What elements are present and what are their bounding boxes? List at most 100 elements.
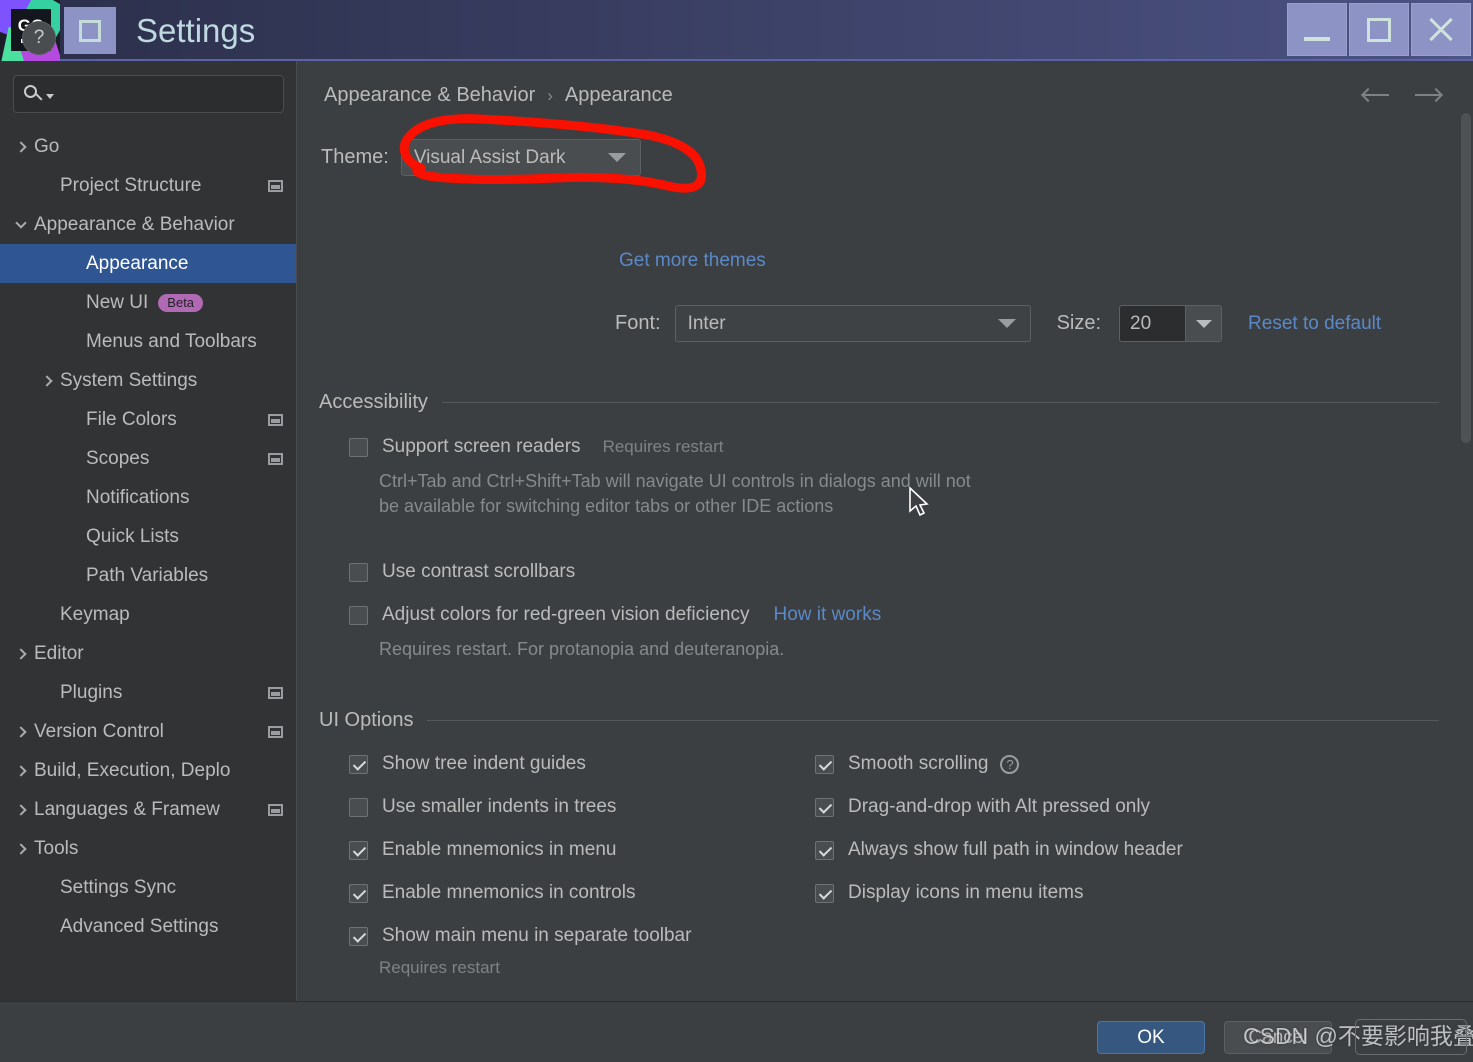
font-select[interactable]: Inter xyxy=(674,305,1031,342)
use-contrast-scrollbars-checkbox[interactable] xyxy=(349,562,368,582)
how-it-works-link[interactable]: How it works xyxy=(774,604,882,626)
search-icon xyxy=(24,85,43,103)
sidebar-item-system-settings[interactable]: System Settings xyxy=(0,361,297,400)
settings-sidebar: Go Project Structure Appearance & Behavior… xyxy=(0,61,297,1001)
back-arrow-icon[interactable] xyxy=(1360,83,1391,107)
drag-and-drop-with-alt-pressed-only-checkbox[interactable] xyxy=(815,797,834,817)
group-divider xyxy=(441,402,1439,403)
show-tree-indent-guides-label: Show tree indent guides xyxy=(382,753,586,774)
show-tree-indent-guides-checkbox[interactable] xyxy=(349,754,368,774)
content-scrollbar-thumb[interactable] xyxy=(1461,113,1471,443)
settings-window-icon xyxy=(64,7,116,54)
sidebar-item-label: Path Variables xyxy=(86,564,209,586)
smooth-scrolling-checkbox[interactable] xyxy=(815,754,834,774)
adjust-colors-row[interactable]: Adjust colors for red-green vision defic… xyxy=(349,604,881,626)
sidebar-item-appearance-behavior[interactable]: Appearance & Behavior xyxy=(0,205,297,244)
search-options-caret-icon[interactable] xyxy=(46,93,54,99)
smooth-scrolling-label: Smooth scrolling xyxy=(848,753,989,774)
chevron-down-icon xyxy=(997,319,1016,328)
chevron-right-icon[interactable] xyxy=(8,803,34,816)
sidebar-item-build-execution-deplo[interactable]: Build, Execution, Deplo xyxy=(0,751,297,790)
reset-to-default-link[interactable]: Reset to default xyxy=(1248,313,1381,335)
breadcrumb-current: Appearance xyxy=(564,84,673,106)
display-icons-in-menu-items-checkbox[interactable] xyxy=(815,883,834,903)
support-screen-readers-row[interactable]: Support screen readers Requires restart xyxy=(349,436,724,458)
cancel-button[interactable]: Cancel xyxy=(1224,1021,1332,1054)
sidebar-item-notifications[interactable]: Notifications xyxy=(0,478,297,517)
enable-mnemonics-in-controls-checkbox[interactable] xyxy=(349,883,368,903)
minimize-button[interactable] xyxy=(1287,3,1347,56)
sidebar-item-advanced-settings[interactable]: Advanced Settings xyxy=(0,907,297,946)
chevron-down-icon[interactable] xyxy=(8,216,34,229)
chevron-right-icon[interactable] xyxy=(8,764,34,777)
search-area xyxy=(0,61,297,113)
sidebar-item-label: Project Structure xyxy=(60,174,202,196)
font-label: Font: xyxy=(615,312,661,334)
sidebar-item-tools[interactable]: Tools xyxy=(0,829,297,868)
use-smaller-indents-in-trees-checkbox[interactable] xyxy=(349,797,368,817)
always-show-full-path-in-window-header-checkbox[interactable] xyxy=(815,840,834,860)
search-input[interactable] xyxy=(62,85,273,103)
show-main-menu-in-separate-toolbar-checkbox[interactable] xyxy=(349,926,368,946)
show-tree-indent-guides-row[interactable]: Show tree indent guides xyxy=(349,753,586,775)
enable-mnemonics-in-controls-row[interactable]: Enable mnemonics in controls xyxy=(349,882,635,904)
settings-dialog: GO Settings GoProject Struc xyxy=(0,0,1473,1062)
sidebar-item-quick-lists[interactable]: Quick Lists xyxy=(0,517,297,556)
group-divider xyxy=(427,720,1439,721)
sidebar-item-label: Tools xyxy=(34,837,79,859)
enable-mnemonics-in-menu-checkbox[interactable] xyxy=(349,840,368,860)
use-contrast-scrollbars-row[interactable]: Use contrast scrollbars xyxy=(349,561,575,583)
get-more-themes-link[interactable]: Get more themes xyxy=(619,250,766,272)
chevron-right-icon[interactable] xyxy=(8,842,34,855)
sidebar-item-path-variables[interactable]: Path Variables xyxy=(0,556,297,595)
drag-and-drop-with-alt-pressed-only-row[interactable]: Drag-and-drop with Alt pressed only xyxy=(815,796,1150,818)
ok-button[interactable]: OK xyxy=(1097,1021,1205,1054)
sidebar-item-plugins[interactable]: Plugins xyxy=(0,673,297,712)
sidebar-item-version-control[interactable]: Version Control xyxy=(0,712,297,751)
sidebar-item-label: New UI xyxy=(86,291,149,313)
smooth-scrolling-row[interactable]: Smooth scrolling? xyxy=(815,753,1020,775)
settings-tree: Go Project Structure Appearance & Behavior… xyxy=(0,127,297,946)
sidebar-item-go[interactable]: Go xyxy=(0,127,297,166)
show-main-menu-in-separate-toolbar-row[interactable]: Show main menu in separate toolbar xyxy=(349,925,691,947)
font-size-select[interactable]: 20 xyxy=(1119,305,1223,342)
chevron-right-icon[interactable] xyxy=(8,140,34,153)
sidebar-item-settings-sync[interactable]: Settings Sync xyxy=(0,868,297,907)
adjust-colors-checkbox[interactable] xyxy=(349,605,368,625)
enable-mnemonics-in-controls-label: Enable mnemonics in controls xyxy=(382,882,636,903)
sidebar-item-appearance[interactable]: Appearance xyxy=(0,244,297,283)
support-screen-readers-checkbox[interactable] xyxy=(349,437,368,457)
maximize-button[interactable] xyxy=(1349,3,1409,56)
chevron-right-icon[interactable] xyxy=(8,647,34,660)
always-show-full-path-in-window-header-row[interactable]: Always show full path in window header xyxy=(815,839,1183,861)
accessibility-group-header: Accessibility xyxy=(319,391,1439,414)
sidebar-item-label: Plugins xyxy=(60,681,123,703)
sidebar-item-editor[interactable]: Editor xyxy=(0,634,297,673)
chevron-right-icon[interactable] xyxy=(34,374,60,387)
breadcrumb-separator-icon: › xyxy=(547,85,553,105)
chevron-right-icon[interactable] xyxy=(8,725,34,738)
breadcrumb-parent[interactable]: Appearance & Behavior xyxy=(324,84,535,107)
sidebar-item-project-structure[interactable]: Project Structure xyxy=(0,166,297,205)
display-icons-in-menu-items-row[interactable]: Display icons in menu items xyxy=(815,882,1083,904)
sidebar-item-file-colors[interactable]: File Colors xyxy=(0,400,297,439)
help-question-icon[interactable]: ? xyxy=(1000,754,1020,774)
font-size-value: 20 xyxy=(1130,312,1152,334)
search-box[interactable] xyxy=(13,75,284,113)
forward-arrow-icon[interactable] xyxy=(1413,83,1444,107)
enable-mnemonics-in-menu-row[interactable]: Enable mnemonics in menu xyxy=(349,839,616,861)
sidebar-item-menus-and-toolbars[interactable]: Menus and Toolbars xyxy=(0,322,297,361)
sidebar-item-languages-framew[interactable]: Languages & Framew xyxy=(0,790,297,829)
theme-select[interactable]: Visual Assist Dark xyxy=(400,139,641,176)
use-smaller-indents-in-trees-row[interactable]: Use smaller indents in trees xyxy=(349,796,616,818)
use-smaller-indents-in-trees-label: Use smaller indents in trees xyxy=(382,796,617,817)
sidebar-item-label: File Colors xyxy=(86,408,177,430)
chevron-down-icon[interactable] xyxy=(1185,306,1222,341)
support-screen-readers-note: Requires restart xyxy=(602,437,724,456)
close-button[interactable] xyxy=(1411,3,1471,56)
sidebar-item-keymap[interactable]: Keymap xyxy=(0,595,297,634)
window-title: Settings xyxy=(136,12,256,49)
help-button[interactable]: ? xyxy=(22,21,56,55)
sidebar-item-new-ui[interactable]: New UI Beta xyxy=(0,283,297,322)
sidebar-item-scopes[interactable]: Scopes xyxy=(0,439,297,478)
